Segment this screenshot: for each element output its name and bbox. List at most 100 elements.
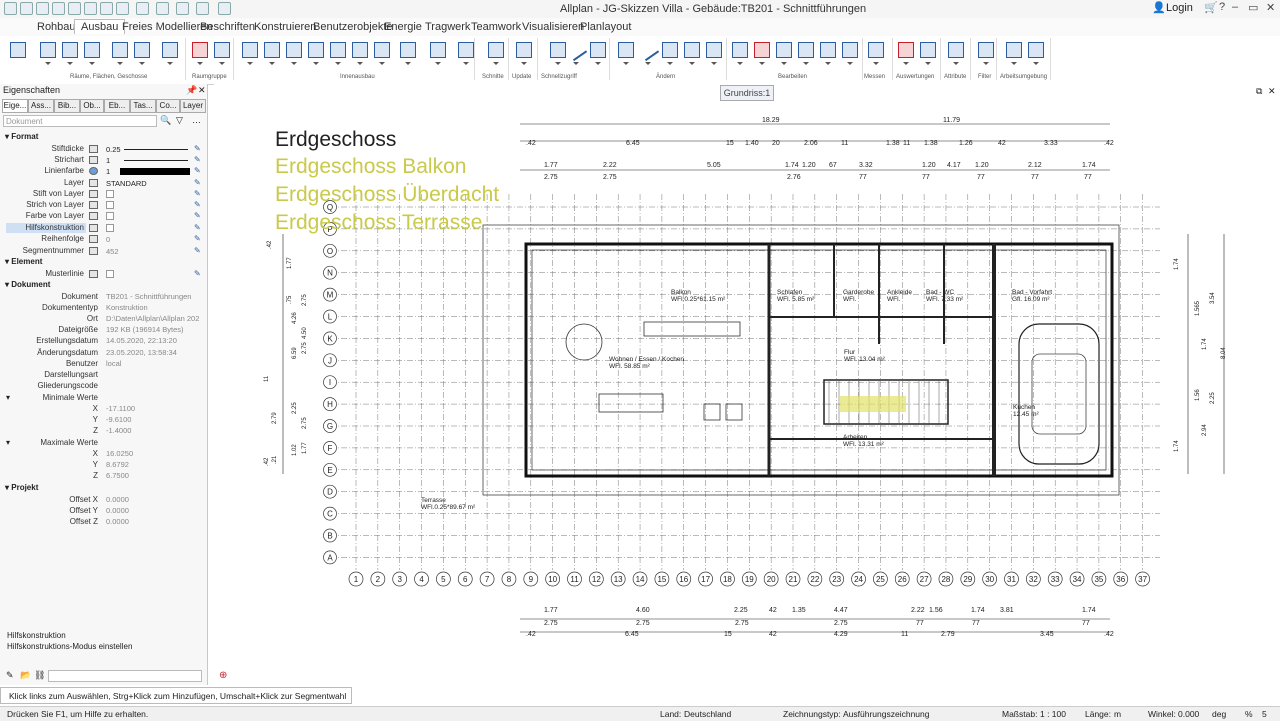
label-hilfskonstruktion[interactable]: Hilfskonstruktion bbox=[0, 223, 84, 232]
status-land[interactable]: Deutschland bbox=[684, 709, 731, 719]
label-maximale-werte[interactable]: Maximale Werte bbox=[14, 438, 98, 447]
tab-rohbau[interactable]: Rohbau bbox=[37, 21, 76, 33]
preview-icon[interactable] bbox=[84, 2, 97, 15]
app-menu-icon[interactable] bbox=[4, 2, 17, 15]
ribbon-tool-10-icon[interactable] bbox=[240, 40, 260, 60]
panel-tab-4[interactable]: Ob... bbox=[80, 99, 104, 113]
dropdown-arrow-icon[interactable] bbox=[379, 62, 385, 65]
checkbox-farbe-layer[interactable] bbox=[106, 212, 114, 220]
tab-benutzerobjekte[interactable]: Benutzerobjekte bbox=[313, 21, 393, 33]
ribbon-tool-39-icon[interactable] bbox=[946, 40, 966, 60]
dropdown-arrow-icon[interactable] bbox=[493, 62, 499, 65]
crosshair-icon[interactable]: ⊕ bbox=[219, 670, 227, 681]
panel-tab-2[interactable]: Ass... bbox=[28, 99, 54, 113]
cart-icon[interactable]: 🛒 bbox=[1204, 1, 1218, 14]
dropdown-arrow-icon[interactable] bbox=[689, 62, 695, 65]
dropdown-arrow-icon[interactable] bbox=[197, 62, 203, 65]
dropdown-arrow-icon[interactable] bbox=[555, 62, 561, 65]
help-icon[interactable]: ? bbox=[1219, 1, 1225, 13]
value-layer[interactable]: STANDARD bbox=[106, 179, 147, 188]
close-icon[interactable]: ✕ bbox=[198, 85, 206, 96]
open-folder-icon[interactable]: 📂 bbox=[20, 670, 31, 681]
status-laenge[interactable]: m bbox=[1114, 709, 1121, 719]
ribbon-tool-5-icon[interactable] bbox=[110, 40, 130, 60]
dropdown-arrow-icon[interactable] bbox=[925, 62, 931, 65]
tab-konstruieren[interactable]: Konstruieren bbox=[254, 21, 316, 33]
ribbon-tool-40-icon[interactable] bbox=[976, 40, 996, 60]
print-icon[interactable] bbox=[68, 2, 81, 15]
label-minimale-werte[interactable]: Minimale Werte bbox=[14, 393, 98, 402]
tab-ausbau[interactable]: Ausbau bbox=[74, 19, 126, 34]
open-icon[interactable] bbox=[36, 2, 49, 15]
tools-icon[interactable] bbox=[218, 2, 231, 15]
ribbon-tool-6-icon[interactable] bbox=[132, 40, 152, 60]
ribbon-tool-14-icon[interactable] bbox=[328, 40, 348, 60]
expand-icon[interactable]: ▾ bbox=[6, 438, 10, 447]
checkbox-strich-layer[interactable] bbox=[106, 201, 114, 209]
new-icon[interactable] bbox=[20, 2, 33, 15]
dropdown-arrow-icon[interactable] bbox=[247, 62, 253, 65]
link-icon[interactable]: ⛓ bbox=[34, 670, 45, 681]
dropdown-arrow-icon[interactable] bbox=[139, 62, 145, 65]
dropdown-arrow-icon[interactable] bbox=[781, 62, 787, 65]
pick-icon[interactable]: ✎ bbox=[194, 234, 201, 243]
checkbox-hilfskonstruktion[interactable] bbox=[106, 224, 114, 232]
dropdown-arrow-icon[interactable] bbox=[89, 62, 95, 65]
ribbon-tool-36-icon[interactable] bbox=[866, 40, 886, 60]
status-winkel[interactable]: 0.000 bbox=[1178, 709, 1199, 719]
panel-tab-1[interactable]: Eige... bbox=[2, 99, 28, 113]
dropdown-arrow-icon[interactable] bbox=[463, 62, 469, 65]
section-element[interactable]: Element bbox=[5, 257, 42, 266]
ribbon-tool-8-icon[interactable] bbox=[190, 40, 210, 60]
dropdown-arrow-icon[interactable] bbox=[711, 62, 717, 65]
status-massstab[interactable]: 1 : 100 bbox=[1040, 709, 1066, 719]
dropdown-arrow-icon[interactable] bbox=[219, 62, 225, 65]
dropdown-arrow-icon[interactable] bbox=[759, 62, 765, 65]
dropdown-arrow-icon[interactable] bbox=[847, 62, 853, 65]
ribbon-tool-9-icon[interactable] bbox=[212, 40, 232, 60]
panel-tab-5[interactable]: Eb... bbox=[104, 99, 130, 113]
panel-tab-6[interactable]: Tas... bbox=[130, 99, 156, 113]
navigate-icon[interactable] bbox=[176, 2, 189, 15]
ribbon-tool-7-icon[interactable] bbox=[160, 40, 180, 60]
section-document[interactable]: Dokument bbox=[5, 280, 50, 289]
value-linienfarbe[interactable]: 1 bbox=[106, 167, 110, 176]
save-icon[interactable] bbox=[52, 2, 65, 15]
dropdown-arrow-icon[interactable] bbox=[45, 62, 51, 65]
dropdown-arrow-icon[interactable] bbox=[291, 62, 297, 65]
filter-icon[interactable]: ▽ bbox=[176, 115, 183, 126]
dropdown-arrow-icon[interactable] bbox=[117, 62, 123, 65]
panel-tab-3[interactable]: Bib... bbox=[54, 99, 80, 113]
ribbon-tool-25-icon[interactable] bbox=[616, 40, 636, 60]
ribbon-tool-16-icon[interactable] bbox=[372, 40, 392, 60]
ribbon-tool-42-icon[interactable] bbox=[1026, 40, 1046, 60]
dropdown-arrow-icon[interactable] bbox=[1033, 62, 1039, 65]
close-view-icon[interactable]: ✕ bbox=[1268, 86, 1276, 97]
ribbon-tool-24-icon[interactable] bbox=[588, 40, 608, 60]
ribbon-tool-21-icon[interactable] bbox=[514, 40, 534, 60]
tab-freies-modellieren[interactable]: Freies Modellieren bbox=[122, 21, 212, 33]
dropdown-arrow-icon[interactable] bbox=[903, 62, 909, 65]
more-icon[interactable]: … bbox=[192, 115, 201, 125]
ribbon-tool-32-icon[interactable] bbox=[774, 40, 794, 60]
ribbon-tool-17-icon[interactable] bbox=[398, 40, 418, 60]
ribbon-tool-19-icon[interactable] bbox=[456, 40, 476, 60]
redo-history-icon[interactable] bbox=[136, 2, 149, 15]
ribbon-tool-13-icon[interactable] bbox=[306, 40, 326, 60]
command-input[interactable] bbox=[48, 670, 202, 682]
pick-icon[interactable]: ✎ bbox=[194, 200, 201, 209]
document-filter-input[interactable]: Dokument bbox=[3, 115, 157, 127]
ribbon-tool-15-icon[interactable] bbox=[350, 40, 370, 60]
ribbon-tool-28-icon[interactable] bbox=[682, 40, 702, 60]
ribbon-tool-2-icon[interactable] bbox=[38, 40, 58, 60]
status-prozent-value[interactable]: 5 bbox=[1262, 709, 1267, 719]
panel-tab-8[interactable]: Layer bbox=[180, 99, 206, 113]
ribbon-tool-23-icon[interactable] bbox=[564, 38, 588, 62]
view-tab-grundriss[interactable]: Grundriss:1 bbox=[720, 85, 774, 101]
dropdown-arrow-icon[interactable] bbox=[67, 62, 73, 65]
dropdown-arrow-icon[interactable] bbox=[167, 62, 173, 65]
status-zeichnungstyp[interactable]: Ausführungszeichnung bbox=[843, 709, 929, 719]
dropdown-arrow-icon[interactable] bbox=[521, 62, 527, 65]
tab-visualisieren[interactable]: Visualisieren bbox=[522, 21, 584, 33]
pick-icon[interactable]: ✎ bbox=[194, 166, 201, 175]
